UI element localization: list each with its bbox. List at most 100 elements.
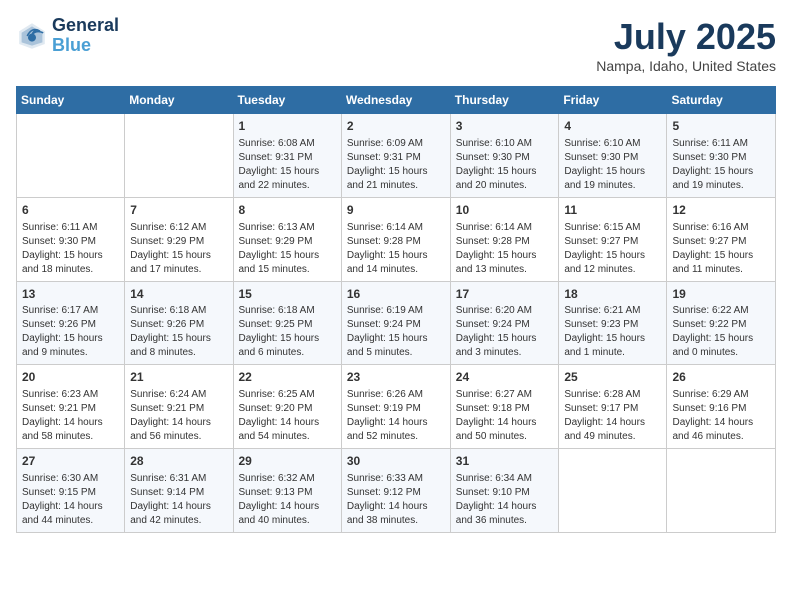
calendar-cell: 30Sunrise: 6:33 AMSunset: 9:12 PMDayligh… (341, 449, 450, 533)
calendar-cell: 10Sunrise: 6:14 AMSunset: 9:28 PMDayligh… (450, 197, 559, 281)
day-info: Daylight: 15 hours and 20 minutes. (456, 165, 554, 193)
calendar-cell: 11 Sunrise: 6:15 AMSunset: 9:27 PMDayligh… (559, 197, 667, 281)
day-info: Sunrise: 6:13 AM (239, 221, 336, 235)
day-number: 1 (239, 118, 336, 135)
day-info: Sunrise: 6:11 AM (22, 221, 119, 235)
calendar-cell: 31Sunrise: 6:34 AMSunset: 9:10 PMDayligh… (450, 449, 559, 533)
calendar-header: SundayMondayTuesdayWednesdayThursdayFrid… (17, 87, 776, 114)
day-info: Daylight: 15 hours and 21 minutes. (347, 165, 445, 193)
day-info: Daylight: 14 hours and 52 minutes. (347, 416, 445, 444)
day-of-week-header: Saturday (667, 87, 776, 114)
day-info: Sunrise: 6:10 AM (456, 137, 554, 151)
day-info: Daylight: 15 hours and 22 minutes. (239, 165, 336, 193)
day-of-week-header: Monday (125, 87, 233, 114)
day-info: Sunrise: 6:11 AM (672, 137, 770, 151)
calendar-cell (667, 449, 776, 533)
day-of-week-header: Sunday (17, 87, 125, 114)
day-info: Sunrise: 6:12 AM (130, 221, 227, 235)
day-info: Sunrise: 6:27 AM (456, 388, 554, 402)
day-number: 9 (347, 202, 445, 219)
day-info: Sunset: 9:23 PM (564, 318, 661, 332)
day-info: Daylight: 15 hours and 19 minutes. (672, 165, 770, 193)
day-info: Daylight: 14 hours and 54 minutes. (239, 416, 336, 444)
calendar-week-row: 6Sunrise: 6:11 AMSunset: 9:30 PMDaylight… (17, 197, 776, 281)
day-info: Daylight: 14 hours and 36 minutes. (456, 500, 554, 528)
day-of-week-header: Thursday (450, 87, 559, 114)
calendar-cell: 18Sunrise: 6:21 AMSunset: 9:23 PMDayligh… (559, 281, 667, 365)
day-info: Daylight: 15 hours and 1 minute. (564, 332, 661, 360)
calendar-week-row: 27Sunrise: 6:30 AMSunset: 9:15 PMDayligh… (17, 449, 776, 533)
day-info: Daylight: 14 hours and 50 minutes. (456, 416, 554, 444)
day-info: Daylight: 14 hours and 49 minutes. (564, 416, 661, 444)
day-info: Sunset: 9:30 PM (456, 151, 554, 165)
day-number: 13 (22, 286, 119, 303)
day-info: Daylight: 15 hours and 9 minutes. (22, 332, 119, 360)
day-info: Sunset: 9:30 PM (564, 151, 661, 165)
day-number: 31 (456, 453, 554, 470)
day-number: 27 (22, 453, 119, 470)
day-info: Sunset: 9:26 PM (22, 318, 119, 332)
day-info: Daylight: 14 hours and 42 minutes. (130, 500, 227, 528)
day-info: Sunset: 9:30 PM (672, 151, 770, 165)
day-info: Daylight: 15 hours and 11 minutes. (672, 249, 770, 277)
calendar-cell (125, 114, 233, 198)
day-number: 5 (672, 118, 770, 135)
calendar-cell: 29Sunrise: 6:32 AMSunset: 9:13 PMDayligh… (233, 449, 341, 533)
calendar-cell: 14Sunrise: 6:18 AMSunset: 9:26 PMDayligh… (125, 281, 233, 365)
day-number: 26 (672, 369, 770, 386)
day-info: Daylight: 14 hours and 44 minutes. (22, 500, 119, 528)
calendar-cell: 15Sunrise: 6:18 AMSunset: 9:25 PMDayligh… (233, 281, 341, 365)
day-info: Daylight: 15 hours and 8 minutes. (130, 332, 227, 360)
day-of-week-header: Tuesday (233, 87, 341, 114)
day-of-week-header: Wednesday (341, 87, 450, 114)
day-info: Sunset: 9:13 PM (239, 486, 336, 500)
location: Nampa, Idaho, United States (596, 58, 776, 74)
day-number: 20 (22, 369, 119, 386)
day-number: 11 (564, 202, 661, 219)
calendar-cell: 9Sunrise: 6:14 AMSunset: 9:28 PMDaylight… (341, 197, 450, 281)
day-info: Daylight: 14 hours and 56 minutes. (130, 416, 227, 444)
day-info: Sunset: 9:21 PM (22, 402, 119, 416)
day-info: Sunrise: 6:22 AM (672, 304, 770, 318)
day-number: 8 (239, 202, 336, 219)
day-number: 18 (564, 286, 661, 303)
day-number: 10 (456, 202, 554, 219)
day-info: Daylight: 14 hours and 38 minutes. (347, 500, 445, 528)
calendar-cell: 7Sunrise: 6:12 AMSunset: 9:29 PMDaylight… (125, 197, 233, 281)
calendar-cell: 13Sunrise: 6:17 AMSunset: 9:26 PMDayligh… (17, 281, 125, 365)
day-info: Sunset: 9:14 PM (130, 486, 227, 500)
calendar-week-row: 13Sunrise: 6:17 AMSunset: 9:26 PMDayligh… (17, 281, 776, 365)
day-info: Sunrise: 6:09 AM (347, 137, 445, 151)
day-info: Sunrise: 6:19 AM (347, 304, 445, 318)
calendar-cell: 24Sunrise: 6:27 AMSunset: 9:18 PMDayligh… (450, 365, 559, 449)
calendar-table: SundayMondayTuesdayWednesdayThursdayFrid… (16, 86, 776, 533)
day-info: Sunrise: 6:18 AM (130, 304, 227, 318)
day-info: Daylight: 15 hours and 12 minutes. (564, 249, 661, 277)
day-info: Daylight: 15 hours and 3 minutes. (456, 332, 554, 360)
day-info: Sunrise: 6:14 AM (456, 221, 554, 235)
day-info: Sunrise: 6:24 AM (130, 388, 227, 402)
calendar-cell: 3 Sunrise: 6:10 AMSunset: 9:30 PMDaylight… (450, 114, 559, 198)
day-number: 30 (347, 453, 445, 470)
day-info: Sunrise: 6:32 AM (239, 472, 336, 486)
day-number: 2 (347, 118, 445, 135)
day-info: Sunset: 9:31 PM (347, 151, 445, 165)
day-number: 24 (456, 369, 554, 386)
day-info: Sunset: 9:19 PM (347, 402, 445, 416)
day-info: Sunset: 9:20 PM (239, 402, 336, 416)
day-info: Sunset: 9:27 PM (564, 235, 661, 249)
calendar-cell: 25Sunrise: 6:28 AMSunset: 9:17 PMDayligh… (559, 365, 667, 449)
calendar-cell: 5 Sunrise: 6:11 AMSunset: 9:30 PMDaylight… (667, 114, 776, 198)
day-info: Sunrise: 6:26 AM (347, 388, 445, 402)
calendar-cell: 1Sunrise: 6:08 AMSunset: 9:31 PMDaylight… (233, 114, 341, 198)
day-info: Sunset: 9:27 PM (672, 235, 770, 249)
logo-line2: Blue (52, 36, 119, 56)
title-block: July 2025 Nampa, Idaho, United States (596, 16, 776, 74)
day-info: Daylight: 15 hours and 17 minutes. (130, 249, 227, 277)
day-info: Daylight: 15 hours and 18 minutes. (22, 249, 119, 277)
day-info: Sunset: 9:24 PM (347, 318, 445, 332)
day-info: Sunset: 9:15 PM (22, 486, 119, 500)
day-info: Sunrise: 6:15 AM (564, 221, 661, 235)
calendar-cell (559, 449, 667, 533)
day-number: 3 (456, 118, 554, 135)
